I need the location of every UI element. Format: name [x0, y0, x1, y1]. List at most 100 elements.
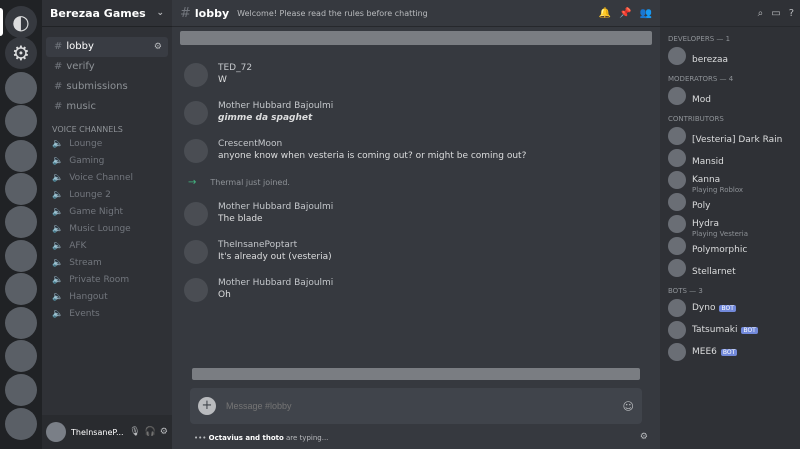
server-header[interactable]: Berezaa Games ⌄ — [42, 0, 172, 27]
chevron-down-icon[interactable]: ⌄ — [156, 8, 164, 18]
new-messages-bar[interactable] — [192, 368, 640, 380]
plus-icon[interactable]: + — [198, 397, 216, 415]
avatar[interactable] — [184, 240, 208, 264]
voice-channel[interactable]: 🔈 Lounge 2 — [42, 187, 172, 204]
emoji-icon[interactable]: ☺ — [623, 400, 634, 413]
voice-channel[interactable]: 🔈 Lounge — [42, 136, 172, 153]
speaker-icon: 🔈 — [52, 241, 64, 251]
voice-channel[interactable]: 🔈 Hangout — [42, 289, 172, 306]
message: TED_72 W — [184, 63, 652, 87]
server-icon-9[interactable] — [5, 340, 37, 372]
voice-channel[interactable]: 🔈 AFK — [42, 238, 172, 255]
channel-topic[interactable]: Welcome! Please read the rules before ch… — [237, 9, 590, 18]
avatar[interactable] — [46, 422, 66, 442]
message-author[interactable]: TED_72 — [218, 63, 252, 73]
message-author[interactable]: CrescentMoon — [218, 139, 282, 149]
server-icon-5[interactable] — [5, 206, 37, 238]
server-icon-8[interactable] — [5, 307, 37, 339]
server-icon-6[interactable] — [5, 240, 37, 272]
voice-channel[interactable]: 🔈 Private Room — [42, 272, 172, 289]
user-panel: TheInsaneP... 🎙 🎧 ⚙ — [42, 415, 172, 449]
help-icon[interactable]: ? — [789, 8, 794, 19]
server-icon-7[interactable] — [5, 273, 37, 305]
speaker-icon: 🔈 — [52, 309, 64, 319]
typing-dots-icon: ••• — [194, 434, 207, 442]
member-item[interactable]: Stellarnet — [660, 257, 800, 279]
member-item[interactable]: Tatsumaki BOT — [660, 319, 800, 341]
hash-icon: # — [180, 5, 191, 21]
gear-icon[interactable]: ⚙ — [154, 37, 162, 57]
avatar — [668, 299, 686, 317]
avatar[interactable] — [184, 278, 208, 302]
pin-icon[interactable]: 📌 — [619, 8, 631, 19]
history-banner[interactable] — [180, 31, 652, 45]
server-icon-3[interactable] — [5, 140, 37, 172]
voice-channel[interactable]: 🔈 Music Lounge — [42, 221, 172, 238]
member-item[interactable]: Mod — [660, 85, 800, 107]
message: Mother Hubbard Bajoulmi Oh — [184, 278, 652, 302]
member-list: ⌕ ▭ ? Developers — 1 berezaa Moderators … — [660, 0, 800, 449]
member-item[interactable]: Hydra Playing Vesteria — [660, 213, 800, 238]
avatar[interactable] — [184, 139, 208, 163]
message-author[interactable]: Mother Hubbard Bajoulmi — [218, 202, 333, 212]
message-author[interactable]: Mother Hubbard Bajoulmi — [218, 278, 333, 288]
message-author[interactable]: Mother Hubbard Bajoulmi — [218, 101, 333, 111]
inbox-icon[interactable]: ▭ — [771, 8, 780, 19]
settings-icon[interactable]: ⚙ — [640, 432, 648, 442]
avatar — [668, 321, 686, 339]
typing-suffix: are typing... — [283, 434, 329, 442]
channel-title: lobby — [194, 6, 230, 20]
bell-icon[interactable]: 🔔 — [599, 8, 611, 19]
avatar[interactable] — [184, 202, 208, 226]
message-input[interactable] — [224, 400, 615, 412]
message-text: Oh — [218, 290, 231, 300]
voice-channel[interactable]: 🔈 Gaming — [42, 153, 172, 170]
voice-channel[interactable]: 🔈 Voice Channel — [42, 170, 172, 187]
bot-badge: BOT — [719, 304, 736, 312]
speaker-icon: 🔈 — [52, 139, 64, 149]
search-icon[interactable]: ⌕ — [758, 8, 764, 19]
member-item[interactable]: berezaa — [660, 45, 800, 67]
server-icon-1[interactable] — [5, 72, 37, 104]
member-item[interactable]: Kanna Playing Roblox — [660, 169, 800, 194]
server-icon-2[interactable] — [5, 105, 37, 137]
avatar[interactable] — [184, 63, 208, 87]
speaker-icon: 🔈 — [52, 258, 64, 268]
member-group-label: Contributors — [668, 115, 724, 123]
selected-indicator — [0, 8, 3, 36]
settings-gear-icon[interactable]: ⚙ — [5, 37, 37, 69]
message: CrescentMoon anyone know when vesteria i… — [184, 139, 652, 163]
channel-header: # lobby Welcome! Please read the rules b… — [172, 0, 660, 27]
server-icon-4[interactable] — [5, 173, 37, 205]
avatar — [668, 193, 686, 211]
member-item[interactable]: [Vesteria] Dark Rain — [660, 125, 800, 147]
message-author[interactable]: TheInsanePoptart — [218, 240, 297, 250]
text-category[interactable] — [42, 27, 172, 37]
message-text: The blade — [218, 214, 263, 224]
channel-music[interactable]: # music — [46, 97, 168, 117]
channel-lobby[interactable]: # lobby ⚙ — [46, 37, 168, 57]
server-icon-10[interactable] — [5, 374, 37, 406]
member-group-label: Bots — 3 — [668, 287, 703, 295]
home-button[interactable]: ◐ — [5, 6, 37, 38]
settings-icon[interactable]: ⚙ — [160, 427, 168, 437]
voice-category[interactable]: Voice Channels — [42, 117, 172, 136]
voice-channel[interactable]: 🔈 Stream — [42, 255, 172, 272]
member-item[interactable]: Dyno BOT — [660, 297, 800, 319]
avatar[interactable] — [184, 101, 208, 125]
typing-users: Octavius and thoto — [208, 434, 284, 442]
message: TheInsanePoptart It's already out (veste… — [184, 240, 652, 264]
mic-icon[interactable]: 🎙 — [129, 427, 140, 437]
voice-channel[interactable]: 🔈 Game Night — [42, 204, 172, 221]
member-name: Kanna — [692, 174, 721, 185]
channel-submissions[interactable]: # submissions — [46, 77, 168, 97]
channel-verify[interactable]: # verify — [46, 57, 168, 77]
avatar — [668, 149, 686, 167]
members-icon[interactable]: 👥 — [640, 8, 652, 19]
headphones-icon[interactable]: 🎧 — [145, 427, 156, 437]
member-item[interactable]: Polymorphic — [660, 235, 800, 257]
member-item[interactable]: MEE6 BOT — [660, 341, 800, 363]
server-icon-11[interactable] — [5, 408, 37, 440]
speaker-icon: 🔈 — [52, 292, 64, 302]
voice-channel[interactable]: 🔈 Events — [42, 306, 172, 323]
